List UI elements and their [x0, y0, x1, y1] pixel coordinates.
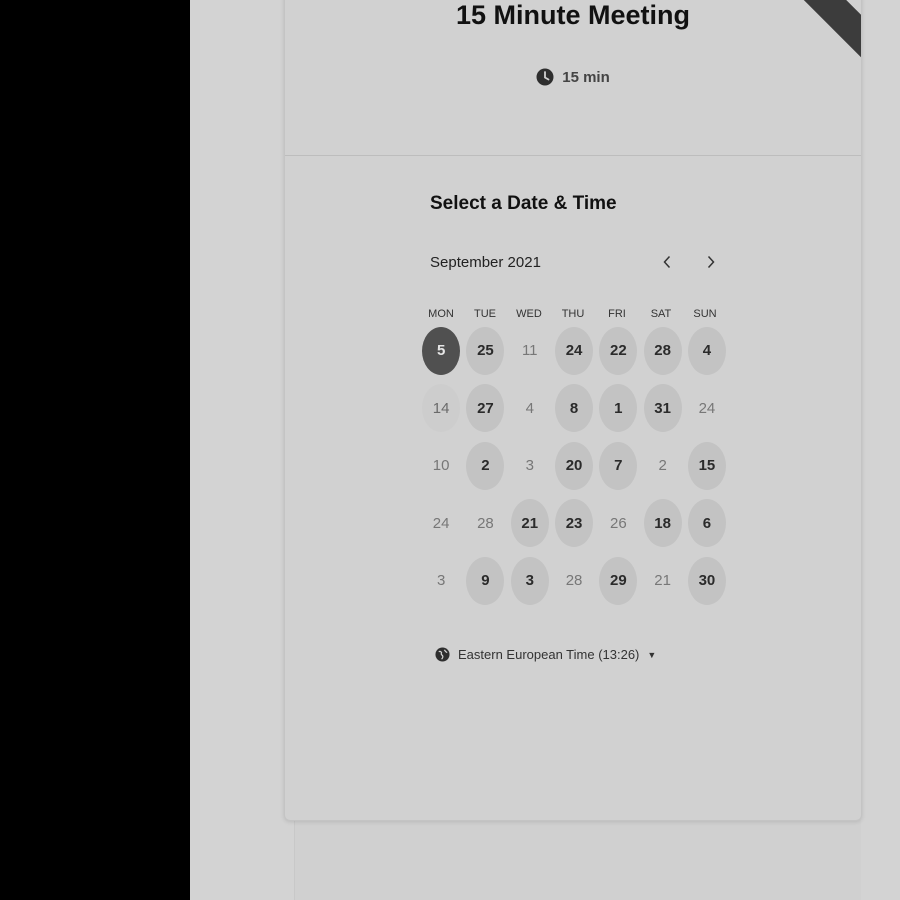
- calendar-day[interactable]: 31: [640, 380, 684, 438]
- calendar-day[interactable]: 9: [463, 552, 507, 610]
- calendar-day[interactable]: 1: [596, 380, 640, 438]
- day-number: 14: [422, 384, 461, 433]
- calendar-day[interactable]: 22: [596, 322, 640, 380]
- calendar-grid: 5 25 11 24 22 28 4 14 27 4 8 1 31 24 10 2 3 20 7 2 15 24 28 21 2…: [419, 322, 729, 610]
- section-divider: [285, 155, 861, 156]
- day-number: 1: [599, 384, 638, 433]
- calendar-day: 10: [419, 437, 463, 495]
- calendar-day: 4: [508, 380, 552, 438]
- calendar-day: 26: [596, 495, 640, 553]
- chevron-right-icon[interactable]: [702, 253, 720, 271]
- calendar-day: 3: [508, 437, 552, 495]
- calendar-day: 14: [419, 380, 463, 438]
- calendar-day[interactable]: 2: [463, 437, 507, 495]
- day-number: 25: [466, 326, 505, 375]
- day-number: 9: [466, 556, 505, 605]
- calendar-day[interactable]: 18: [640, 495, 684, 553]
- day-number: 24: [432, 514, 450, 532]
- section-heading: Select a Date & Time: [430, 193, 617, 214]
- day-number: 29: [599, 556, 638, 605]
- caret-down-icon: ▼: [647, 649, 657, 660]
- month-nav-buttons: [658, 253, 720, 271]
- weekday-label: SAT: [650, 308, 672, 320]
- month-navigation: September 2021: [430, 253, 720, 271]
- day-number: 4: [525, 399, 534, 417]
- calendar-day: 28: [552, 552, 596, 610]
- event-title: 15 Minute Meeting: [455, 0, 691, 30]
- booking-card: dly 15 Minute Meeting 15 min Select a Da…: [284, 0, 862, 821]
- day-number: 31: [643, 384, 682, 433]
- day-number: 7: [599, 441, 638, 490]
- timezone-label: Eastern European Time (13:26): [458, 647, 640, 662]
- calendar-day[interactable]: 8: [552, 380, 596, 438]
- day-number: 28: [565, 572, 583, 590]
- weekday-label: MON: [428, 308, 454, 320]
- weekday-label: SUN: [693, 308, 717, 320]
- calendar-day: 3: [419, 552, 463, 610]
- day-number: 21: [654, 572, 671, 590]
- weekday-label: THU: [561, 308, 585, 320]
- calendar-day[interactable]: 7: [596, 437, 640, 495]
- calendar-day[interactable]: 15: [685, 437, 729, 495]
- weekday-header: MON TUE WED THU FRI SAT SUN: [419, 308, 727, 320]
- duration-label: 15 min: [562, 68, 610, 86]
- day-number: 11: [521, 342, 538, 360]
- calendar-day-selected[interactable]: 5: [419, 322, 463, 380]
- day-number: 3: [510, 556, 549, 605]
- calendar-day[interactable]: 28: [640, 322, 684, 380]
- day-number: 3: [525, 457, 534, 475]
- day-number: 4: [687, 326, 726, 375]
- day-number: 2: [466, 441, 505, 490]
- calendar-day[interactable]: 25: [463, 322, 507, 380]
- globe-icon: [435, 647, 450, 662]
- calendar-day[interactable]: 27: [463, 380, 507, 438]
- day-number: 22: [599, 326, 638, 375]
- calendar-day: 11: [508, 322, 552, 380]
- day-number: 23: [555, 499, 594, 548]
- calendar-day[interactable]: 21: [508, 495, 552, 553]
- day-number: 10: [432, 457, 450, 475]
- day-number: 30: [687, 556, 726, 605]
- calendar-day: 28: [463, 495, 507, 553]
- day-number: 3: [436, 572, 446, 590]
- clock-icon: [536, 68, 554, 86]
- timezone-selector[interactable]: Eastern European Time (13:26) ▼: [435, 647, 656, 662]
- calendar-day[interactable]: 20: [552, 437, 596, 495]
- day-number: 28: [643, 326, 682, 375]
- calendar-day[interactable]: 4: [685, 322, 729, 380]
- event-duration: 15 min: [285, 68, 861, 86]
- calendar-day: 24: [685, 380, 729, 438]
- day-number: 6: [687, 499, 726, 548]
- day-number: 5: [422, 326, 461, 375]
- day-number: 27: [466, 384, 505, 433]
- day-number: 20: [555, 441, 594, 490]
- day-number: 24: [555, 326, 594, 375]
- calendar-day[interactable]: 23: [552, 495, 596, 553]
- day-number: 24: [698, 399, 716, 417]
- weekday-label: FRI: [608, 308, 626, 320]
- calendar-day: 24: [419, 495, 463, 553]
- month-label: September 2021: [430, 253, 541, 271]
- day-number: 18: [643, 499, 682, 548]
- day-number: 26: [609, 514, 627, 532]
- chevron-left-icon[interactable]: [658, 253, 676, 271]
- calendar-day: 21: [640, 552, 684, 610]
- calendar-day[interactable]: 30: [685, 552, 729, 610]
- day-number: 28: [477, 514, 494, 532]
- day-number: 15: [687, 441, 726, 490]
- calendar-day[interactable]: 6: [685, 495, 729, 553]
- calendar-day[interactable]: 29: [596, 552, 640, 610]
- weekday-label: TUE: [474, 308, 496, 320]
- day-number: 21: [510, 499, 549, 548]
- day-number: 8: [555, 384, 594, 433]
- calendar-day[interactable]: 24: [552, 322, 596, 380]
- calendar-day: 2: [640, 437, 684, 495]
- bottom-strip: [294, 820, 861, 900]
- calendar-day[interactable]: 3: [508, 552, 552, 610]
- weekday-label: WED: [516, 308, 542, 320]
- day-number: 2: [658, 457, 667, 475]
